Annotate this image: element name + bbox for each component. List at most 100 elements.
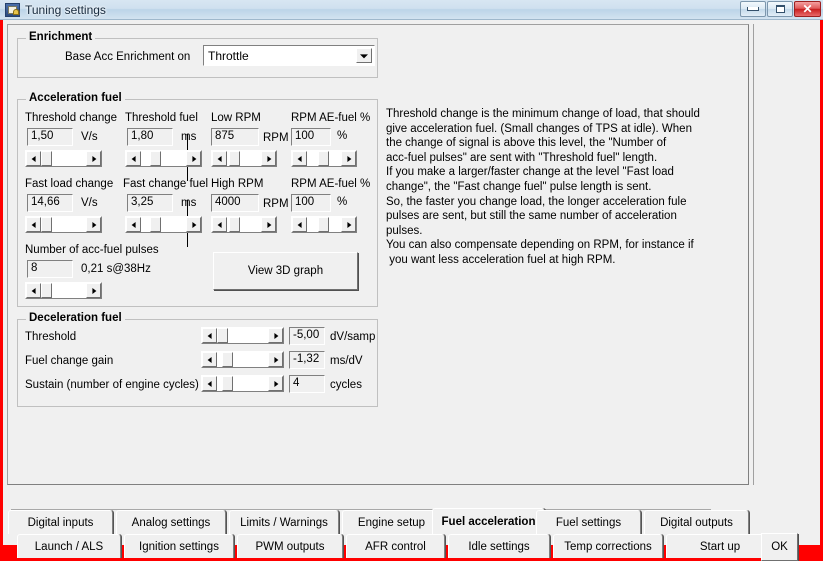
app-icon bbox=[5, 3, 20, 17]
slider-left-arrow-icon[interactable] bbox=[202, 328, 217, 343]
slider-thumb[interactable] bbox=[222, 352, 233, 367]
low-rpm-slider[interactable] bbox=[211, 150, 277, 167]
slider-thumb[interactable] bbox=[150, 151, 161, 166]
slider-left-arrow-icon[interactable] bbox=[292, 217, 307, 232]
rpm-ae-fuel-low-slider[interactable] bbox=[291, 150, 357, 167]
slider-thumb[interactable] bbox=[217, 328, 228, 343]
rpm-ae-fuel-low-input[interactable]: 100 bbox=[291, 128, 331, 146]
maximize-button[interactable] bbox=[767, 1, 793, 17]
tab-engine-setup[interactable]: Engine setup bbox=[342, 510, 441, 534]
threshold-fuel-input[interactable]: 1,80 bbox=[127, 128, 173, 146]
rpm-ae-fuel-high-slider[interactable] bbox=[291, 216, 357, 233]
deceleration-fuel-group-title: Deceleration fuel bbox=[26, 312, 125, 325]
tab-digital-inputs[interactable]: Digital inputs bbox=[8, 510, 113, 534]
slider-thumb[interactable] bbox=[229, 217, 240, 232]
slider-left-arrow-icon[interactable] bbox=[126, 217, 141, 232]
low-rpm-input[interactable]: 875 bbox=[211, 128, 259, 146]
slider-right-arrow-icon[interactable] bbox=[86, 151, 101, 166]
close-icon: ✕ bbox=[802, 2, 813, 16]
tab-idle-settings[interactable]: Idle settings bbox=[448, 534, 550, 558]
rpm-ae-fuel-high-input[interactable]: 100 bbox=[291, 194, 331, 212]
threshold-fuel-slider[interactable] bbox=[125, 150, 202, 167]
tab-pwm-outputs[interactable]: PWM outputs bbox=[237, 534, 343, 558]
slider-thumb[interactable] bbox=[222, 376, 233, 391]
acc-fuel-pulses-label: Number of acc-fuel pulses bbox=[25, 244, 159, 256]
help-text: Threshold change is the minimum change o… bbox=[386, 108, 700, 266]
slider-left-arrow-icon[interactable] bbox=[212, 151, 227, 166]
tab-ignition-settings[interactable]: Ignition settings bbox=[124, 534, 234, 558]
slider-right-arrow-icon[interactable] bbox=[261, 217, 276, 232]
slider-left-arrow-icon[interactable] bbox=[26, 217, 41, 232]
slider-right-arrow-icon[interactable] bbox=[341, 151, 356, 166]
tab-temp-corrections[interactable]: Temp corrections bbox=[553, 534, 663, 558]
slider-thumb[interactable] bbox=[150, 217, 161, 232]
slider-left-arrow-icon[interactable] bbox=[26, 283, 41, 298]
slider-left-arrow-icon[interactable] bbox=[126, 151, 141, 166]
slider-thumb[interactable] bbox=[41, 283, 52, 298]
base-acc-enrichment-combo[interactable]: Throttle bbox=[203, 45, 375, 66]
slider-left-arrow-icon[interactable] bbox=[202, 376, 217, 391]
sustain-label: Sustain (number of engine cycles) bbox=[25, 379, 199, 391]
tab-fuel-acceleration[interactable]: Fuel acceleration bbox=[432, 508, 545, 534]
decel-threshold-input[interactable]: -5,00 bbox=[289, 327, 325, 345]
decel-threshold-unit: dV/samp bbox=[330, 331, 376, 343]
fuel-change-gain-label: Fuel change gain bbox=[25, 355, 114, 367]
slider-thumb[interactable] bbox=[229, 151, 240, 166]
slider-left-arrow-icon[interactable] bbox=[26, 151, 41, 166]
tab-afr-control[interactable]: AFR control bbox=[346, 534, 445, 558]
decel-threshold-slider[interactable] bbox=[201, 327, 284, 344]
slider-right-arrow-icon[interactable] bbox=[268, 376, 283, 391]
slider-right-arrow-icon[interactable] bbox=[186, 217, 201, 232]
high-rpm-slider[interactable] bbox=[211, 216, 277, 233]
tab-digital-outputs[interactable]: Digital outputs bbox=[644, 510, 749, 534]
threshold-change-input[interactable]: 1,50 bbox=[27, 128, 73, 146]
slider-right-arrow-icon[interactable] bbox=[268, 328, 283, 343]
slider-thumb[interactable] bbox=[41, 151, 52, 166]
slider-right-arrow-icon[interactable] bbox=[186, 151, 201, 166]
fuel-change-gain-slider[interactable] bbox=[201, 351, 284, 368]
high-rpm-input[interactable]: 4000 bbox=[211, 194, 259, 212]
view-3d-graph-button[interactable]: View 3D graph bbox=[213, 252, 358, 290]
tab-launch-als[interactable]: Launch / ALS bbox=[17, 534, 121, 558]
chevron-down-icon[interactable] bbox=[356, 48, 372, 63]
fast-load-change-label: Fast load change bbox=[25, 178, 114, 190]
slider-thumb[interactable] bbox=[318, 217, 329, 232]
slider-left-arrow-icon[interactable] bbox=[202, 352, 217, 367]
fast-load-change-slider[interactable] bbox=[25, 216, 102, 233]
rpm-ae-fuel-high-unit: % bbox=[337, 196, 348, 208]
fast-change-fuel-slider[interactable] bbox=[125, 216, 202, 233]
threshold-change-label: Threshold change bbox=[25, 112, 118, 124]
tab-start-up[interactable]: Start up bbox=[666, 534, 774, 558]
minimize-icon bbox=[741, 2, 765, 16]
slider-right-arrow-icon[interactable] bbox=[268, 352, 283, 367]
base-acc-enrichment-label: Base Acc Enrichment on bbox=[65, 51, 191, 63]
sustain-unit: cycles bbox=[330, 379, 362, 391]
slider-right-arrow-icon[interactable] bbox=[261, 151, 276, 166]
acc-fuel-pulses-input[interactable]: 8 bbox=[27, 260, 73, 278]
minimize-button[interactable] bbox=[740, 1, 766, 17]
base-acc-enrichment-value: Throttle bbox=[208, 49, 249, 63]
high-rpm-label: High RPM bbox=[211, 178, 264, 190]
tab-limits-warnings[interactable]: Limits / Warnings bbox=[229, 510, 339, 534]
fast-change-fuel-input[interactable]: 3,25 bbox=[127, 194, 173, 212]
slider-left-arrow-icon[interactable] bbox=[292, 151, 307, 166]
slider-thumb[interactable] bbox=[41, 217, 52, 232]
slider-thumb[interactable] bbox=[318, 151, 329, 166]
slider-right-arrow-icon[interactable] bbox=[341, 217, 356, 232]
threshold-change-slider[interactable] bbox=[25, 150, 102, 167]
tab-analog-settings[interactable]: Analog settings bbox=[116, 510, 226, 534]
slider-left-arrow-icon[interactable] bbox=[212, 217, 227, 232]
acceleration-fuel-group-title: Acceleration fuel bbox=[26, 92, 125, 105]
threshold-change-unit: V/s bbox=[81, 131, 98, 143]
fast-load-change-input[interactable]: 14,66 bbox=[27, 194, 73, 212]
enrichment-group: Enrichment Base Acc Enrichment on Thrott… bbox=[17, 31, 378, 78]
sustain-slider[interactable] bbox=[201, 375, 284, 392]
slider-right-arrow-icon[interactable] bbox=[86, 217, 101, 232]
sustain-input[interactable]: 4 bbox=[289, 375, 325, 393]
tab-fuel-settings[interactable]: Fuel settings bbox=[536, 510, 641, 534]
acc-fuel-pulses-slider[interactable] bbox=[25, 282, 102, 299]
fuel-change-gain-input[interactable]: -1,32 bbox=[289, 351, 325, 369]
slider-right-arrow-icon[interactable] bbox=[86, 283, 101, 298]
close-button[interactable]: ✕ bbox=[794, 1, 821, 17]
ok-button[interactable]: OK bbox=[761, 533, 798, 561]
